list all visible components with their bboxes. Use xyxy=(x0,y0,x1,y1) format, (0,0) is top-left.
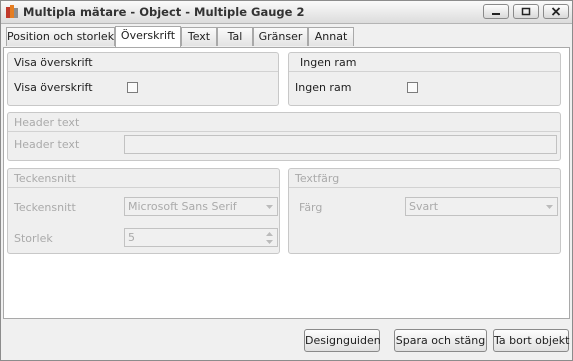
color-select-value: Svart xyxy=(409,200,439,213)
tab-limits[interactable]: Gränser xyxy=(253,27,308,46)
text-color-group: Textfärg Färg Svart xyxy=(288,168,561,254)
group-title: Ingen ram xyxy=(300,56,357,69)
group-header: Visa överskrift xyxy=(8,53,278,72)
app-icon xyxy=(6,5,18,18)
no-frame-label: Ingen ram xyxy=(295,81,352,94)
group-header: Textfärg xyxy=(289,169,560,188)
dialog-window: Multipla mätare - Object - Multiple Gaug… xyxy=(0,0,573,361)
font-select[interactable]: Microsoft Sans Serif xyxy=(124,197,278,216)
minimize-button[interactable] xyxy=(483,4,509,19)
group-title: Teckensnitt xyxy=(14,172,76,185)
chevron-down-icon xyxy=(266,240,273,244)
window-title: Multipla mätare - Object - Multiple Gaug… xyxy=(23,5,305,19)
delete-object-button[interactable]: Ta bort objekt xyxy=(493,329,569,352)
font-group: Teckensnitt Teckensnitt Microsoft Sans S… xyxy=(7,168,280,254)
show-header-label: Visa överskrift xyxy=(14,81,93,94)
group-title: Textfärg xyxy=(295,172,340,185)
show-header-checkbox[interactable] xyxy=(127,82,138,93)
group-title: Header text xyxy=(14,116,80,129)
color-select[interactable]: Svart xyxy=(405,197,558,216)
chevron-down-icon xyxy=(546,205,553,209)
header-text-group: Header text Header text xyxy=(7,112,561,161)
tab-position-size[interactable]: Position och storlek xyxy=(6,27,115,46)
close-button[interactable] xyxy=(543,4,569,19)
save-close-button[interactable]: Spara och stäng xyxy=(394,329,487,352)
group-header: Header text xyxy=(8,113,560,132)
show-header-group: Visa överskrift Visa överskrift xyxy=(7,52,279,106)
design-guide-button[interactable]: Designguiden xyxy=(304,329,381,352)
group-header: Teckensnitt xyxy=(8,169,279,188)
title-bar[interactable]: Multipla mätare - Object - Multiple Gaug… xyxy=(1,1,572,24)
header-text-label: Header text xyxy=(14,138,80,151)
tab-content-panel: Visa överskrift Visa överskrift Ingen ra… xyxy=(3,47,570,319)
chevron-down-icon xyxy=(266,205,273,209)
close-icon xyxy=(551,7,561,16)
group-header: Ingen ram xyxy=(289,53,560,72)
font-label: Teckensnitt xyxy=(14,201,76,214)
maximize-button[interactable] xyxy=(513,4,539,19)
tab-header[interactable]: Överskrift xyxy=(115,26,181,47)
no-frame-checkbox[interactable] xyxy=(407,82,418,93)
size-stepper-value: 5 xyxy=(128,231,135,244)
color-label: Färg xyxy=(299,201,323,214)
chevron-up-icon xyxy=(266,232,273,236)
group-title: Visa överskrift xyxy=(14,56,93,69)
tab-number[interactable]: Tal xyxy=(217,27,253,46)
maximize-icon xyxy=(521,7,531,16)
size-label: Storlek xyxy=(14,232,53,245)
no-frame-group: Ingen ram Ingen ram xyxy=(288,52,561,106)
font-select-value: Microsoft Sans Serif xyxy=(128,200,237,213)
tab-other[interactable]: Annat xyxy=(308,27,354,46)
tab-text[interactable]: Text xyxy=(181,27,217,46)
minimize-icon xyxy=(492,13,500,15)
size-stepper[interactable]: 5 xyxy=(124,228,278,247)
header-text-input[interactable] xyxy=(124,135,557,154)
